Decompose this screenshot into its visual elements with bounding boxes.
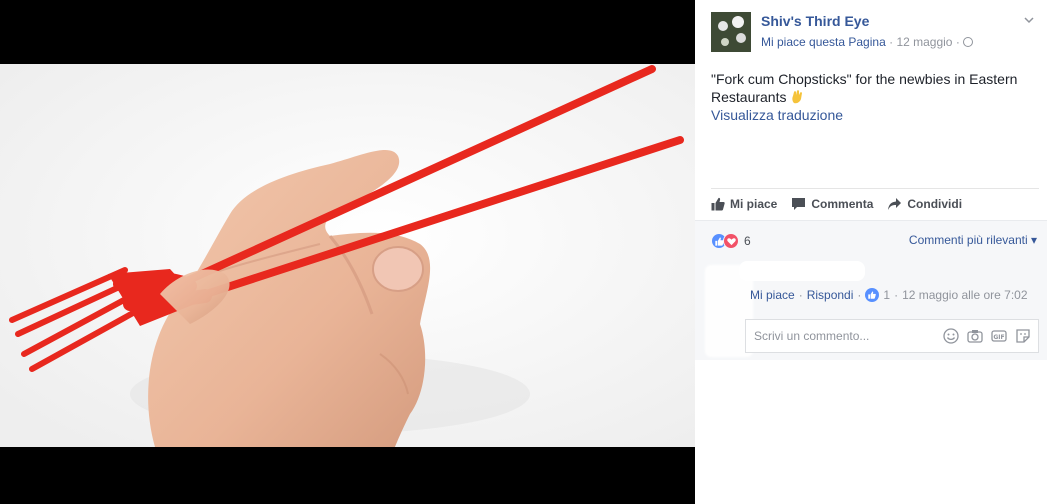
like-page-link[interactable]: Mi piace questa Pagina xyxy=(761,35,886,49)
smiley-icon[interactable] xyxy=(942,327,960,345)
post-actions: Mi piace Commenta Condividi xyxy=(711,188,1039,219)
fork-chopsticks-image xyxy=(0,64,695,447)
ok-hand-emoji-icon xyxy=(792,90,803,104)
meta-separator: · xyxy=(889,35,894,49)
see-translation-link[interactable]: Visualizza traduzione xyxy=(711,106,1036,124)
comment-composer[interactable]: GIF xyxy=(745,319,1039,353)
like-button[interactable]: Mi piace xyxy=(711,197,777,211)
comments-section: 6 Commenti più rilevanti ▾ Mi piace · Ri… xyxy=(695,220,1047,360)
share-arrow-icon xyxy=(888,198,902,210)
comment-sort-dropdown[interactable]: Commenti più rilevanti ▾ xyxy=(909,233,1037,247)
gif-icon[interactable]: GIF xyxy=(990,327,1008,345)
page-avatar[interactable] xyxy=(711,12,751,52)
comment-like-icon xyxy=(865,288,880,302)
camera-icon[interactable] xyxy=(966,327,984,345)
post-meta: Mi piace questa Pagina · 12 maggio · xyxy=(761,35,974,49)
reaction-count: 6 xyxy=(744,234,751,248)
comment-reply-link[interactable]: Rispondi xyxy=(807,288,854,302)
comment-like-link[interactable]: Mi piace xyxy=(750,288,795,302)
like-button-label: Mi piace xyxy=(730,197,778,211)
comment-sort-label: Commenti più rilevanti xyxy=(908,233,1028,247)
post-panel: Shiv's Third Eye Mi piace questa Pagina … xyxy=(695,0,1047,504)
sticker-icon[interactable] xyxy=(1014,327,1032,345)
comment-actions: Mi piace · Rispondi · 1 · 12 maggio alle… xyxy=(750,288,1028,302)
share-button-label: Condividi xyxy=(907,197,963,211)
post-photo[interactable] xyxy=(0,64,695,447)
comment-sep: · xyxy=(857,288,862,302)
share-button[interactable]: Condividi xyxy=(887,197,962,211)
caret-down-icon: ▾ xyxy=(1027,233,1037,247)
photo-viewer[interactable] xyxy=(0,0,695,504)
comment-sep: · xyxy=(894,288,899,302)
globe-icon[interactable] xyxy=(963,37,974,47)
chevron-down-icon[interactable] xyxy=(1023,14,1035,26)
comment-sep: · xyxy=(798,288,803,302)
composer-tools: GIF xyxy=(936,327,1032,345)
comment-input[interactable] xyxy=(754,329,932,343)
reactions-summary[interactable]: 6 xyxy=(711,233,751,249)
meta-separator-2: · xyxy=(955,35,960,49)
love-reaction-icon xyxy=(723,233,739,249)
post-text: "Fork cum Chopsticks" for the newbies in… xyxy=(711,71,1018,105)
page-name-link[interactable]: Shiv's Third Eye xyxy=(761,13,869,29)
post-date[interactable]: 12 maggio xyxy=(896,35,952,49)
post-body: "Fork cum Chopsticks" for the newbies in… xyxy=(711,70,1036,124)
redacted-commenter-name xyxy=(739,261,865,281)
comment-like-count[interactable]: 1 xyxy=(883,288,890,302)
comment-timestamp[interactable]: 12 maggio alle ore 7:02 xyxy=(902,288,1027,302)
svg-text:GIF: GIF xyxy=(993,334,1004,341)
speech-bubble-icon xyxy=(792,198,806,210)
thumbs-up-icon xyxy=(711,197,725,211)
comment-button-label: Commenta xyxy=(811,197,874,211)
comment-button[interactable]: Commenta xyxy=(791,197,873,211)
